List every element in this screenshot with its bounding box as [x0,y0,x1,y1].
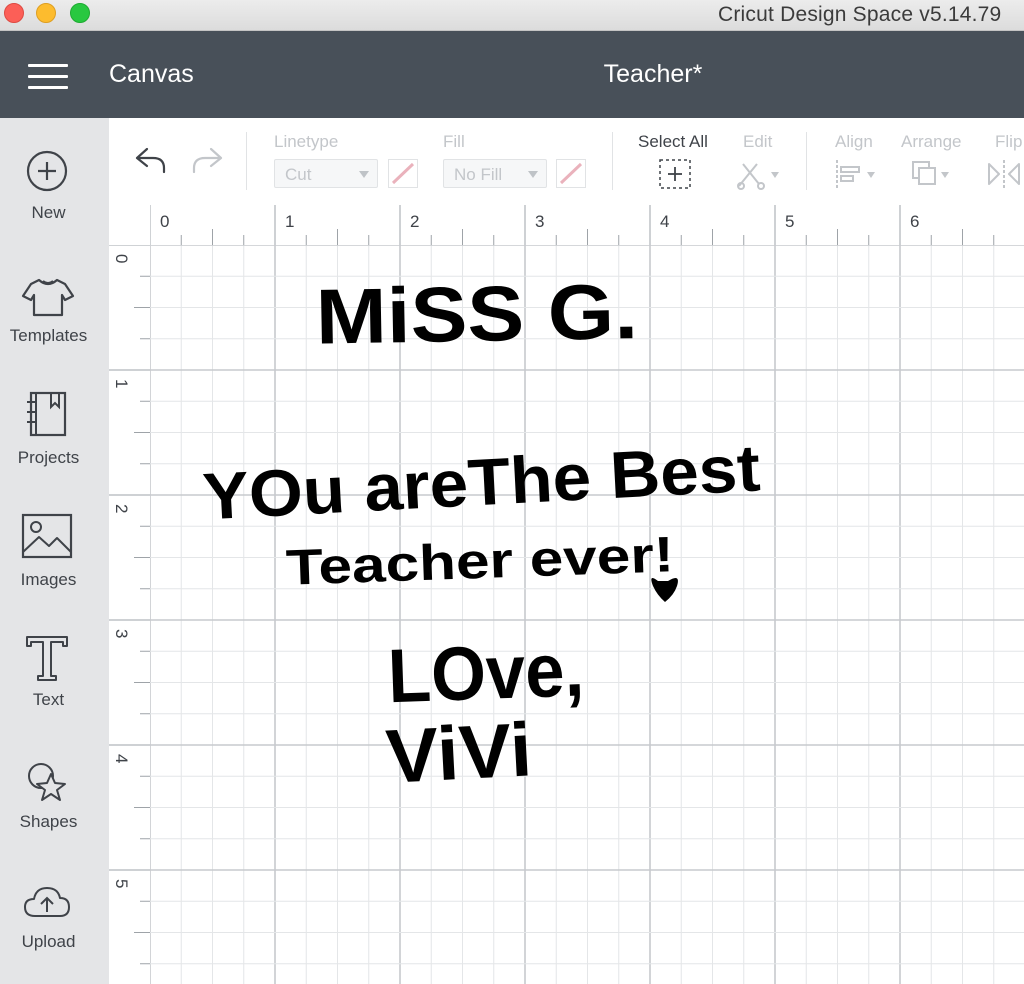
design-canvas[interactable]: MiSS G. YOu areThe Best Teacher ever! LO… [150,245,1024,984]
sidebar-item-label: Templates [9,326,88,345]
sidebar-item-projects[interactable]: Projects [0,380,109,490]
no-color-icon [559,162,583,185]
ruler-number: 0 [160,212,170,231]
app-header: Canvas Teacher* [0,31,1024,118]
sidebar-item-label: Shapes [19,812,78,831]
ruler-number: 5 [785,212,795,231]
ruler-number: 1 [285,212,295,231]
sidebar-item-label: New [31,203,66,222]
no-color-icon [391,162,415,185]
align-label: Align [835,132,873,151]
design-text-line[interactable]: LOve, [387,627,586,719]
linetype-select[interactable]: Cut [274,159,378,188]
sidebar-item-label: Images [20,570,77,589]
arrange-label: Arrange [901,132,962,151]
app-title: Cricut Design Space v5.14.79 [718,3,1002,26]
sidebar-item-label: Text [32,690,65,709]
toolbar-divider [246,132,247,190]
toolbar-divider [612,132,613,190]
ruler-number: 4 [660,212,670,231]
redo-icon[interactable] [189,146,225,176]
ruler-number: 2 [112,504,131,514]
text-t-icon [26,636,68,681]
project-name[interactable]: Teacher* [0,60,1024,89]
vertical-ruler-ticks [109,245,150,965]
close-window-button[interactable] [4,3,24,23]
fill-select[interactable]: No Fill [443,159,547,188]
plus-circle-icon [26,150,68,192]
sidebar-item-shapes[interactable]: Shapes [0,746,109,856]
zoom-window-button[interactable] [70,3,90,23]
ruler-number: 2 [410,212,420,231]
select-all-label[interactable]: Select All [638,132,708,152]
minimize-window-button[interactable] [36,3,56,23]
ruler-corner [109,205,151,246]
linetype-color-swatch[interactable] [388,159,418,188]
image-icon [21,513,73,559]
ruler-number: 3 [112,629,131,639]
edit-toolbar: Linetype Cut Fill No Fill Select All Edi… [109,118,1024,205]
chevron-down-icon [359,171,369,178]
edit-label: Edit [743,132,773,151]
sidebar-item-templates[interactable]: Templates [0,258,109,368]
sidebar-item-text[interactable]: Text [0,624,109,734]
design-text-line[interactable]: Teacher ever! [285,526,675,596]
fill-value: No Fill [454,165,503,184]
horizontal-ruler: 0 1 2 3 4 5 6 [109,205,1024,246]
cloud-upload-icon [24,887,70,917]
undo-icon[interactable] [133,146,169,176]
edit-scissors-pencil-icon [737,163,779,190]
ruler-number: 1 [112,379,131,389]
vertical-ruler: 0 1 2 3 4 5 [109,245,151,984]
shapes-icon [28,763,66,801]
sidebar-item-upload[interactable]: Upload [0,868,109,978]
window-titlebar: Cricut Design Space v5.14.79 [0,0,1024,31]
sidebar-item-label: Upload [21,932,76,951]
sidebar-item-new[interactable]: New [0,136,109,246]
flip-icon [988,160,1020,188]
design-text-line[interactable]: ViVi [384,707,534,800]
design-text-line[interactable]: MiSS G. [315,267,638,361]
linetype-value: Cut [285,165,312,184]
design-text-line[interactable]: YOu areThe Best [201,430,762,533]
heart-icon [651,577,678,602]
sidebar-item-label: Projects [17,448,80,467]
arrange-icon [912,161,949,185]
ruler-number: 3 [535,212,545,231]
ruler-number: 5 [112,879,131,889]
ruler-number: 0 [112,254,131,264]
align-icon [836,160,875,188]
chevron-down-icon [528,171,538,178]
select-all-icon[interactable] [658,158,692,190]
ruler-number: 6 [910,212,920,231]
linetype-label: Linetype [274,132,339,151]
notebook-icon [27,391,67,437]
toolbar-divider [806,132,807,190]
tshirt-icon [21,278,75,317]
ruler-number: 4 [112,754,131,764]
flip-label: Flip [995,132,1023,151]
sidebar-item-images[interactable]: Images [0,502,109,612]
fill-color-swatch[interactable] [556,159,586,188]
left-sidebar: New Templates Projects Images Text Shape… [0,118,109,984]
horizontal-ruler-ticks [149,205,995,245]
fill-label: Fill [443,132,465,151]
handwritten-design[interactable]: MiSS G. YOu areThe Best Teacher ever! LO… [150,245,1024,984]
